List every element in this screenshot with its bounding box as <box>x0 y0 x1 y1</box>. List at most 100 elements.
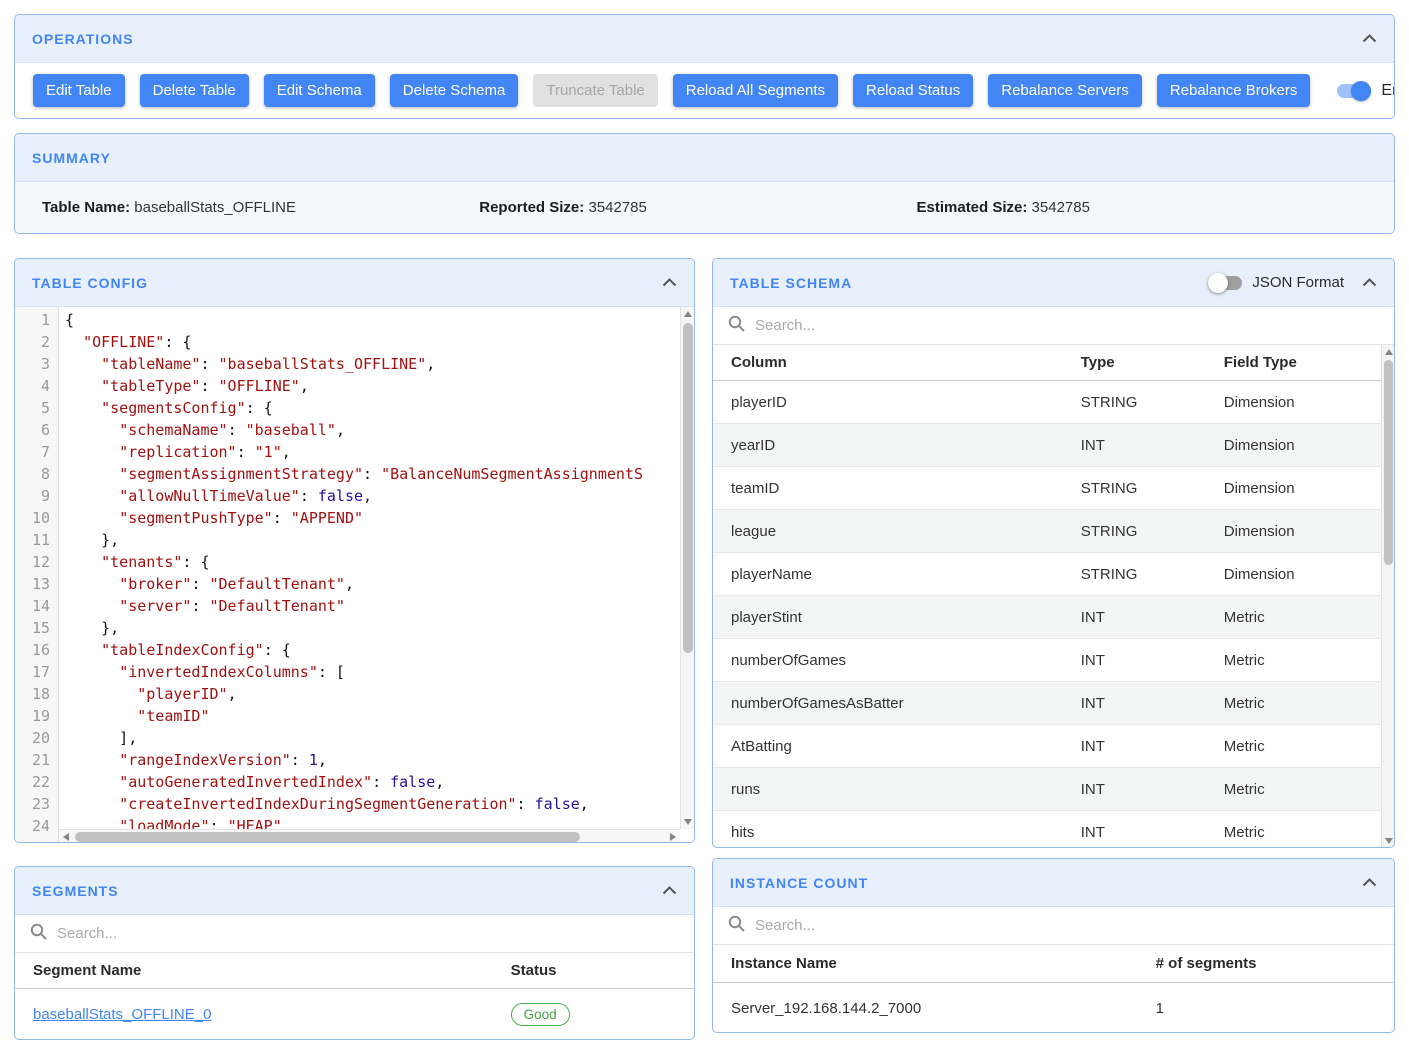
json-format-toggle[interactable] <box>1208 273 1242 293</box>
code-text: "schemaName": "baseball", <box>59 419 345 441</box>
table-row: playerName STRING Dimension <box>713 553 1394 596</box>
line-number: 8 <box>15 463 59 485</box>
code-line: 15 }, <box>15 617 694 639</box>
column-name-cell: numberOfGames <box>713 652 1081 669</box>
code-text: "OFFLINE": { <box>59 331 191 353</box>
field-type-cell: Dimension <box>1224 523 1394 540</box>
type-cell: INT <box>1081 738 1224 755</box>
delete-schema-button[interactable]: Delete Schema <box>390 74 519 107</box>
code-line: 21 "rangeIndexVersion": 1, <box>15 749 694 771</box>
edit-schema-button[interactable]: Edit Schema <box>264 74 375 107</box>
code-line: 2 "OFFLINE": { <box>15 331 694 353</box>
field-type-cell: Metric <box>1224 781 1394 798</box>
line-number: 7 <box>15 441 59 463</box>
code-text: "tableType": "OFFLINE", <box>59 375 309 397</box>
code-text: "tableName": "baseballStats_OFFLINE", <box>59 353 435 375</box>
schema-vertical-scrollbar <box>1381 345 1394 848</box>
code-line: 17 "invertedIndexColumns": [ <box>15 661 694 683</box>
column-name-cell: runs <box>713 781 1081 798</box>
chevron-up-icon[interactable] <box>1362 878 1377 887</box>
reload-all-segments-button[interactable]: Reload All Segments <box>673 74 838 107</box>
type-cell: INT <box>1081 781 1224 798</box>
field-type-cell: Metric <box>1224 824 1394 841</box>
code-text: "segmentPushType": "APPEND" <box>59 507 363 529</box>
chevron-up-icon[interactable] <box>1362 278 1377 287</box>
enable-toggle[interactable] <box>1337 81 1371 101</box>
column-name-cell: AtBatting <box>713 738 1081 755</box>
horizontal-scrollbar-thumb[interactable] <box>75 832 580 842</box>
segments-panel: SEGMENTS Segment Name Status <box>14 866 695 1040</box>
segments-table-body: baseballStats_OFFLINE_0 Good <box>15 989 694 1040</box>
table-config-title: TABLE CONFIG <box>32 275 148 291</box>
json-code-editor[interactable]: 1 { 2 "OFFLINE": { 3 "tableN <box>15 307 694 843</box>
line-number: 13 <box>15 573 59 595</box>
code-text: "tenants": { <box>59 551 210 573</box>
rebalance-servers-button[interactable]: Rebalance Servers <box>988 74 1142 107</box>
scroll-down-arrow[interactable] <box>1385 838 1393 844</box>
vertical-scrollbar-thumb[interactable] <box>1384 360 1393 565</box>
code-line: 14 "server": "DefaultTenant" <box>15 595 694 617</box>
truncate-table-button[interactable]: Truncate Table <box>533 74 657 107</box>
reload-status-button[interactable]: Reload Status <box>853 74 973 107</box>
code-line: 4 "tableType": "OFFLINE", <box>15 375 694 397</box>
segment-link[interactable]: baseballStats_OFFLINE_0 <box>33 1006 211 1023</box>
summary-field-label: Table Name: <box>42 199 130 216</box>
search-icon <box>30 923 48 945</box>
code-text: }, <box>59 617 119 639</box>
scroll-up-arrow[interactable] <box>1385 349 1393 355</box>
code-text: "broker": "DefaultTenant", <box>59 573 354 595</box>
line-number: 21 <box>15 749 59 771</box>
code-line: 18 "playerID", <box>15 683 694 705</box>
table-schema-title: TABLE SCHEMA <box>730 275 852 291</box>
line-number: 9 <box>15 485 59 507</box>
code-text: ], <box>59 727 137 749</box>
column-header: # of segments <box>1156 955 1394 972</box>
table-row: numberOfGames INT Metric <box>713 639 1394 682</box>
instance-count-panel: INSTANCE COUNT Instance Name # of segmen… <box>712 858 1395 1033</box>
schema-search-input[interactable] <box>755 317 1379 334</box>
column-name-cell: teamID <box>713 480 1081 497</box>
line-number: 14 <box>15 595 59 617</box>
code-line: 5 "segmentsConfig": { <box>15 397 694 419</box>
summary-field: Reported Size: 3542785 <box>479 199 916 216</box>
code-line: 22 "autoGeneratedInvertedIndex": false, <box>15 771 694 793</box>
chevron-up-icon[interactable] <box>662 278 677 287</box>
delete-table-button[interactable]: Delete Table <box>140 74 249 107</box>
code-text: "tableIndexConfig": { <box>59 639 291 661</box>
field-type-cell: Dimension <box>1224 394 1394 411</box>
line-number: 17 <box>15 661 59 683</box>
rebalance-brokers-button[interactable]: Rebalance Brokers <box>1157 74 1311 107</box>
code-text: "teamID" <box>59 705 210 727</box>
scroll-down-arrow[interactable] <box>684 819 692 825</box>
edit-table-button[interactable]: Edit Table <box>33 74 125 107</box>
code-line: 7 "replication": "1", <box>15 441 694 463</box>
code-text: "replication": "1", <box>59 441 291 463</box>
field-type-cell: Metric <box>1224 695 1394 712</box>
vertical-scrollbar-thumb[interactable] <box>683 323 693 653</box>
status-badge: Good <box>511 1003 570 1026</box>
code-text: "playerID", <box>59 683 237 705</box>
instance-search-input[interactable] <box>755 917 1379 934</box>
field-type-cell: Metric <box>1224 652 1394 669</box>
segments-title: SEGMENTS <box>32 883 119 899</box>
scroll-left-arrow[interactable] <box>63 833 69 841</box>
segments-search-input[interactable] <box>57 925 679 942</box>
scroll-up-arrow[interactable] <box>684 311 692 317</box>
summary-field-value: 3542785 <box>588 199 646 216</box>
operations-header: OPERATIONS <box>15 15 1394 63</box>
scroll-right-arrow[interactable] <box>670 833 676 841</box>
schema-table: Column Type Field Type playerID STRING D… <box>713 345 1394 848</box>
code-text: "rangeIndexVersion": 1, <box>59 749 327 771</box>
chevron-up-icon[interactable] <box>1362 34 1377 43</box>
summary-field-value: 3542785 <box>1032 199 1090 216</box>
line-number: 3 <box>15 353 59 375</box>
chevron-up-icon[interactable] <box>662 886 677 895</box>
schema-search-row <box>713 307 1394 345</box>
field-type-cell: Dimension <box>1224 566 1394 583</box>
segments-header: SEGMENTS <box>15 867 694 915</box>
json-format-label: JSON Format <box>1252 274 1344 291</box>
code-text: "autoGeneratedInvertedIndex": false, <box>59 771 444 793</box>
table-row: playerStint INT Metric <box>713 596 1394 639</box>
table-row: AtBatting INT Metric <box>713 725 1394 768</box>
summary-field: Estimated Size: 3542785 <box>917 199 1354 216</box>
